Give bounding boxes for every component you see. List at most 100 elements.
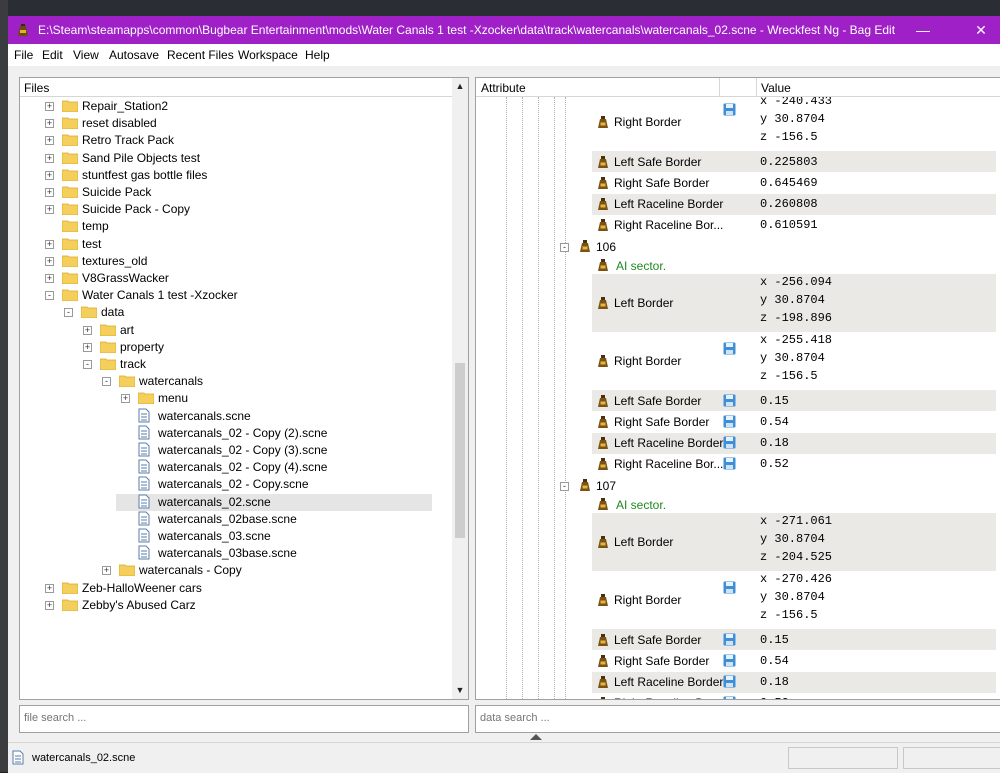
collapse-icon[interactable]: - [560, 481, 569, 491]
tree-file[interactable]: watercanals.scne [116, 408, 266, 425]
attribute-value[interactable]: y 30.8704 [760, 112, 825, 126]
save-disk-icon[interactable] [723, 436, 736, 449]
expand-icon[interactable]: + [83, 342, 92, 352]
attribute-value[interactable]: 0.18 [760, 436, 789, 450]
tree-folder[interactable]: + V8GrassWacker [40, 270, 169, 287]
attribute-row[interactable]: Left Safe Border 0.15 [476, 629, 996, 651]
tree-folder[interactable]: + stuntfest gas bottle files [40, 167, 260, 184]
save-disk-icon[interactable] [723, 675, 736, 688]
save-disk-icon[interactable] [723, 394, 736, 407]
attribute-value[interactable]: 0.52 [760, 457, 789, 471]
collapse-icon[interactable]: - [45, 291, 54, 301]
menu-file[interactable]: File [14, 48, 33, 62]
attribute-row[interactable]: Left Safe Border 0.15 [476, 390, 996, 412]
attribute-value[interactable]: 0.52 [760, 696, 789, 699]
tree-file[interactable]: watercanals_02 - Copy.scne [116, 476, 336, 493]
attribute-value[interactable]: z -198.896 [760, 311, 832, 325]
attribute-value[interactable]: 0.15 [760, 394, 789, 408]
attribute-row[interactable]: Left Border x -271.061 y 30.8704 z -204.525 [476, 512, 996, 571]
menu-workspace[interactable]: Workspace [238, 48, 298, 62]
attribute-row[interactable]: Right Raceline Bor... 0.610591 [476, 215, 996, 236]
attribute-comment[interactable]: AI sector. [476, 257, 996, 274]
tree-file[interactable]: watercanals_03base.scne [116, 545, 315, 562]
expand-icon[interactable]: + [45, 239, 54, 249]
file-search-input[interactable] [20, 706, 468, 730]
splitter-up-icon[interactable] [530, 734, 542, 740]
attribute-row[interactable]: Left Raceline Border 0.260808 [476, 193, 996, 215]
save-disk-icon[interactable] [723, 457, 736, 470]
title-bar[interactable]: E:\Steam\steamapps\common\Bugbear Entert… [8, 16, 1000, 44]
attribute-value[interactable]: y 30.8704 [760, 351, 825, 365]
save-disk-icon[interactable] [723, 581, 736, 594]
attribute-value[interactable]: z -156.5 [760, 608, 818, 622]
attribute-value[interactable]: 0.225803 [760, 155, 818, 169]
attribute-value[interactable]: 0.645469 [760, 176, 818, 190]
attribute-column-header[interactable]: Attribute [481, 81, 526, 95]
tree-folder[interactable]: + Zeb-HalloWeener cars [40, 580, 218, 597]
save-disk-icon[interactable] [723, 633, 736, 646]
menu-recent-files[interactable]: Recent Files [167, 48, 234, 62]
save-disk-icon[interactable] [723, 342, 736, 355]
attribute-row[interactable]: Right Safe Border 0.54 [476, 411, 996, 432]
data-search-box[interactable] [475, 705, 1000, 733]
tree-file[interactable]: watercanals_02 - Copy (4).scne [116, 459, 364, 476]
attribute-value[interactable]: y 30.8704 [760, 590, 825, 604]
attribute-row[interactable]: Left Border x -256.094 y 30.8704 z -198.896 [476, 273, 996, 332]
expand-icon[interactable]: + [45, 153, 54, 163]
expand-icon[interactable]: + [45, 136, 54, 146]
close-button[interactable]: ✕ [966, 20, 996, 40]
menu-edit[interactable]: Edit [42, 48, 63, 62]
expand-icon[interactable]: + [45, 583, 54, 593]
save-disk-icon[interactable] [723, 696, 736, 699]
collapse-icon[interactable]: - [102, 377, 111, 387]
attribute-row[interactable]: Left Safe Border 0.225803 [476, 151, 996, 173]
attribute-group[interactable]: - 107 [476, 475, 996, 496]
attribute-row[interactable]: Right Border x -255.418 y 30.8704 z -156.5 [476, 332, 996, 390]
save-disk-icon[interactable] [723, 103, 736, 116]
menu-autosave[interactable]: Autosave [109, 48, 159, 62]
attribute-row[interactable]: Right Border x -240.433 y 30.8704 z -156.5 [476, 97, 996, 151]
column-divider[interactable] [719, 78, 720, 96]
files-scrollbar[interactable]: ▲ ▼ [452, 78, 468, 699]
expand-icon[interactable]: + [45, 256, 54, 266]
scroll-down-icon[interactable]: ▼ [452, 682, 468, 698]
tree-folder[interactable]: + Retro Track Pack [40, 132, 190, 149]
expand-icon[interactable]: + [45, 205, 54, 215]
expand-icon[interactable]: + [45, 274, 54, 283]
collapse-icon[interactable]: - [560, 242, 569, 252]
tree-folder[interactable]: + textures_old [40, 253, 162, 270]
expand-icon[interactable]: + [45, 119, 54, 129]
menu-help[interactable]: Help [305, 48, 330, 62]
attribute-value[interactable]: x -255.418 [760, 333, 832, 347]
tree-folder[interactable]: + Zebby's Abused Carz [40, 597, 211, 614]
expand-icon[interactable]: + [45, 102, 54, 111]
tree-folder[interactable]: - watercanals [97, 373, 212, 390]
attribute-row[interactable]: Right Raceline Bor... 0.52 [476, 693, 996, 699]
attribute-value[interactable]: z -204.525 [760, 550, 832, 564]
attribute-group[interactable]: - 106 [476, 236, 996, 257]
tree-folder[interactable]: + art [78, 322, 137, 339]
tree-folder[interactable]: + Suicide Pack [40, 184, 162, 201]
attribute-value[interactable]: x -240.433 [760, 97, 832, 108]
save-disk-icon[interactable] [723, 654, 736, 667]
attribute-value[interactable]: y 30.8704 [760, 293, 825, 307]
tree-file[interactable]: watercanals_02 - Copy (3).scne [116, 442, 364, 459]
tree-folder[interactable]: - data [59, 304, 125, 321]
data-search-input[interactable] [476, 706, 1000, 730]
attribute-value[interactable]: 0.18 [760, 675, 789, 689]
tree-file[interactable]: watercanals_02.scne [116, 493, 432, 511]
attribute-value[interactable]: x -256.094 [760, 275, 832, 289]
collapse-icon[interactable]: - [64, 308, 73, 318]
tree-folder[interactable]: + Sand Pile Objects test [40, 150, 232, 167]
files-header[interactable]: Files [20, 78, 452, 97]
tree-folder[interactable]: + Repair_Station2 [40, 98, 183, 115]
attribute-row[interactable]: Left Raceline Border 0.18 [476, 432, 996, 454]
tree-folder[interactable]: + watercanals - Copy [97, 562, 261, 579]
expand-icon[interactable]: + [45, 600, 54, 610]
attribute-comment[interactable]: AI sector. [476, 496, 996, 513]
attribute-value[interactable]: z -156.5 [760, 130, 818, 144]
attribute-row[interactable]: Right Safe Border 0.54 [476, 650, 996, 671]
expand-icon[interactable]: + [102, 566, 111, 576]
tree-folder[interactable]: + menu [116, 390, 188, 407]
minimize-button[interactable]: — [908, 20, 938, 40]
